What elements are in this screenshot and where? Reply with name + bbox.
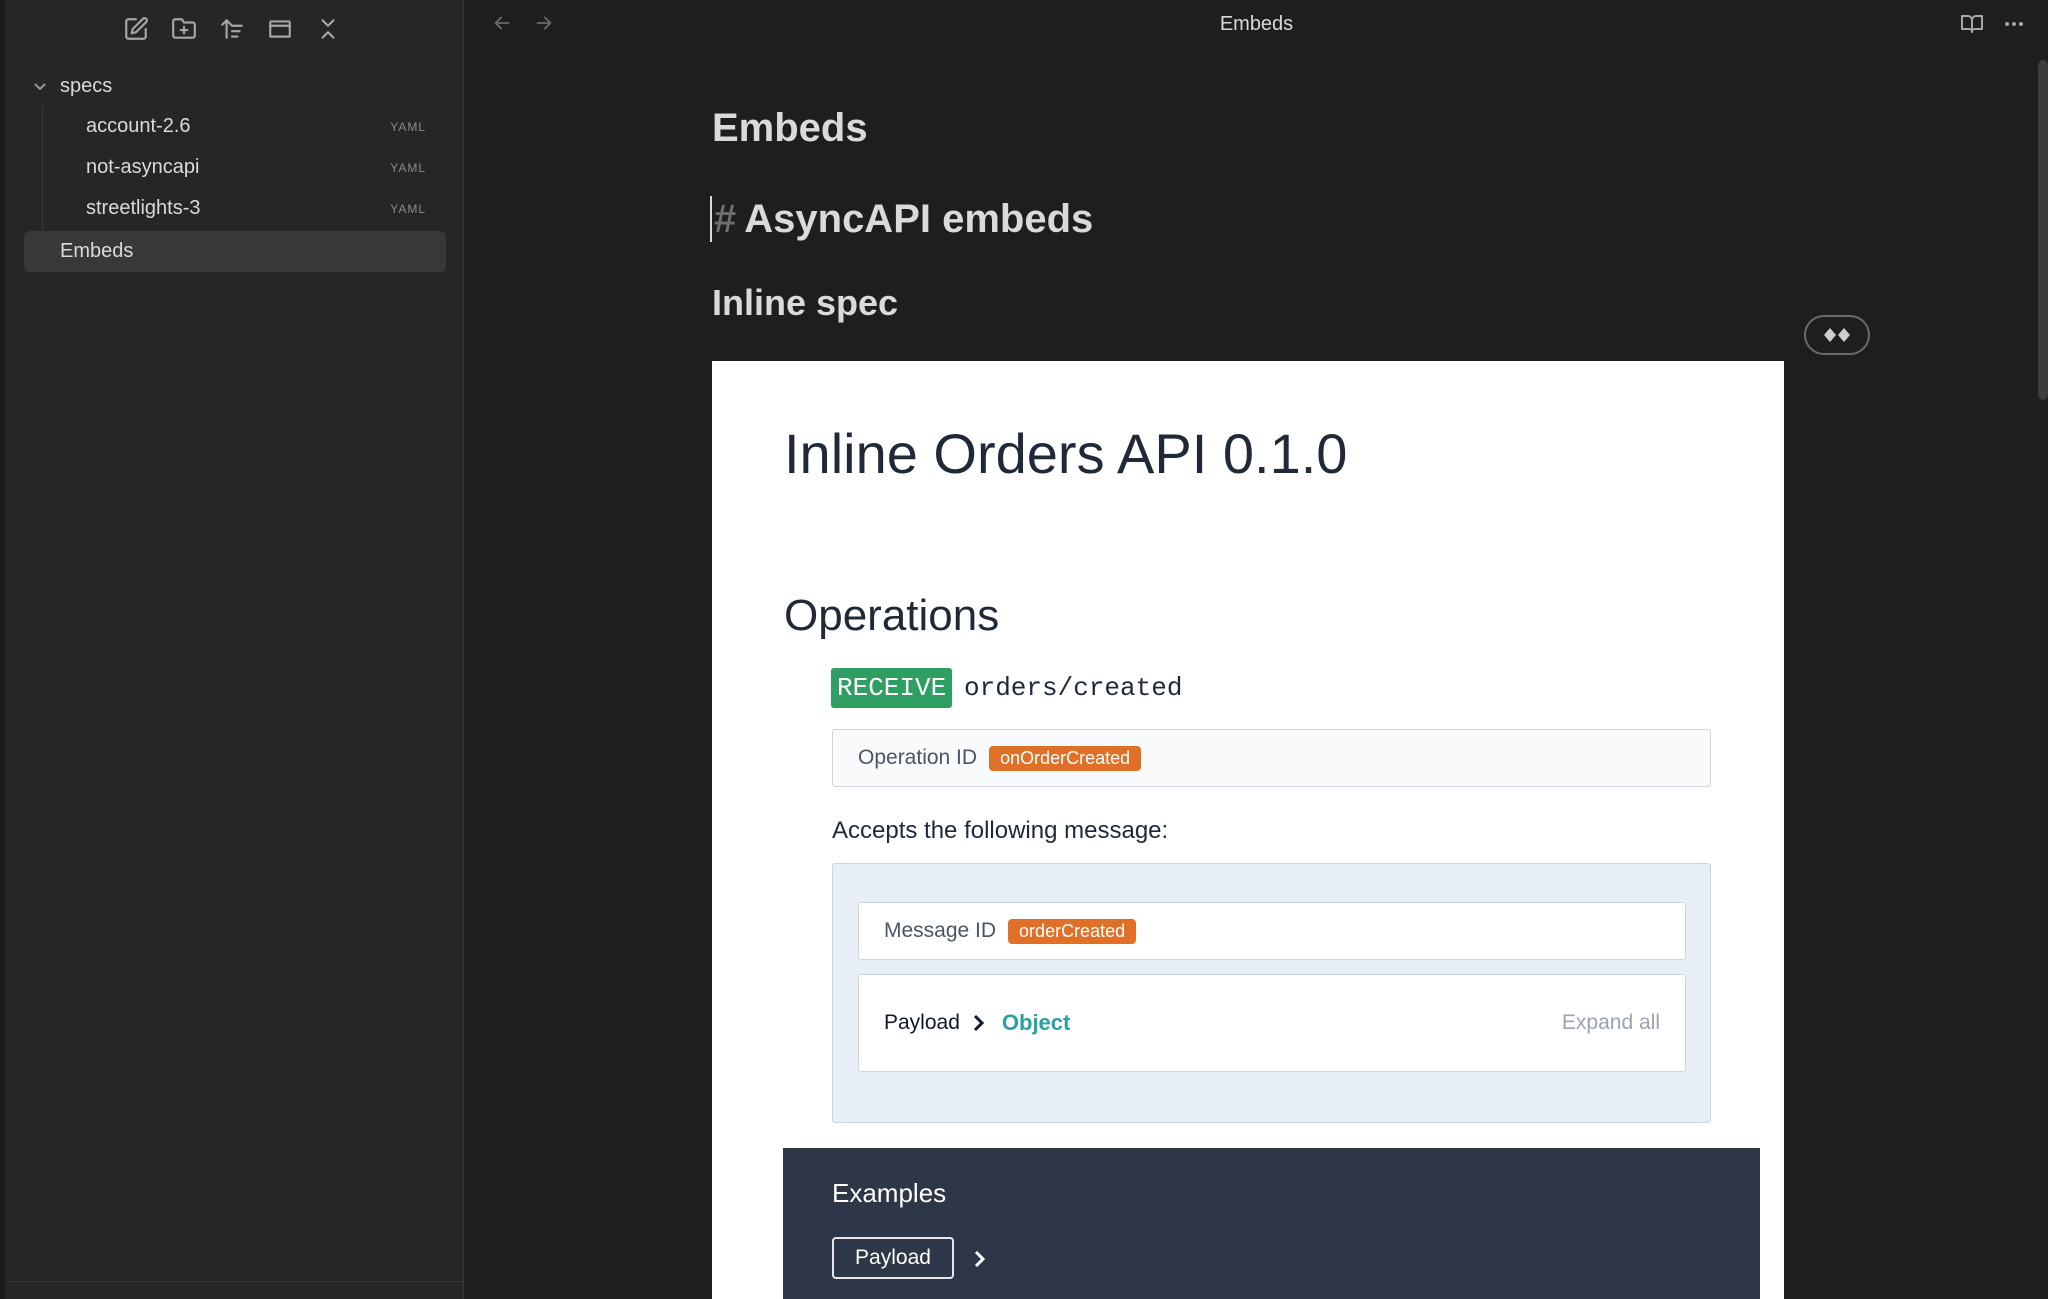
- chevron-right-icon: [974, 1250, 986, 1268]
- message-id-label: Message ID: [884, 919, 997, 942]
- text-cursor: [710, 196, 712, 242]
- expand-all-button[interactable]: Expand all: [1562, 1011, 1660, 1035]
- message-panel: Message ID orderCreated Payload Object E…: [832, 863, 1711, 1123]
- examples-title: Examples: [832, 1178, 947, 1208]
- reading-view-button[interactable]: [1960, 12, 1988, 40]
- operation-id-badge: onOrderCreated: [989, 745, 1142, 771]
- operations-heading: Operations: [784, 591, 1000, 640]
- message-id-row: Message ID orderCreated: [858, 902, 1686, 960]
- heading-markup: #: [714, 196, 737, 241]
- new-folder-icon: [172, 18, 196, 39]
- sidebar-edge: [0, 0, 5, 1299]
- folder-specs[interactable]: specs: [24, 66, 446, 106]
- diamond-pair-icon: [1824, 328, 1850, 342]
- folder-children: account-2.6 YAML not-asyncapi YAML stree…: [24, 106, 446, 230]
- collapse-all-icon: [321, 19, 335, 39]
- toggle-panel-button[interactable]: [266, 15, 294, 43]
- examples-panel: Examples Payload: [783, 1148, 1760, 1299]
- chevron-down-icon: [32, 78, 48, 94]
- payload-expand-toggle[interactable]: [972, 1014, 986, 1032]
- more-horizontal-icon: [2005, 22, 2023, 26]
- file-label: streetlights-3: [86, 197, 201, 219]
- file-item-embeds[interactable]: Embeds: [24, 231, 446, 272]
- payload-row: Payload Object Expand all: [858, 974, 1686, 1072]
- file-item-streetlights[interactable]: streetlights-3 YAML: [24, 188, 446, 229]
- file-label: account-2.6: [86, 115, 191, 137]
- scrollbar-thumb[interactable]: [2038, 60, 2048, 400]
- new-note-icon: [125, 17, 148, 40]
- note-title[interactable]: Embeds: [712, 106, 868, 151]
- payload-example-button[interactable]: Payload: [832, 1237, 954, 1279]
- editor-pane: Embeds Embeds # AsyncAPI embeds Inline s…: [465, 0, 2048, 1299]
- folder-label: specs: [60, 74, 113, 97]
- message-id-badge: orderCreated: [1008, 918, 1137, 944]
- file-label: not-asyncapi: [86, 156, 200, 178]
- accepts-message-text: Accepts the following message:: [832, 817, 1169, 844]
- payload-type: Object: [1001, 1010, 1071, 1035]
- edit-block-toggle[interactable]: [1804, 315, 1870, 355]
- more-options-button[interactable]: [2002, 12, 2030, 40]
- sidebar-toolbar: [0, 0, 464, 58]
- chevron-right-icon: [973, 1014, 985, 1032]
- indent-guide: [42, 106, 43, 230]
- file-ext-badge: YAML: [390, 119, 426, 134]
- file-ext-badge: YAML: [390, 160, 426, 175]
- example-expand-toggle[interactable]: [973, 1250, 987, 1268]
- operation-id-row: Operation ID onOrderCreated: [832, 729, 1711, 787]
- heading-asyncapi-embeds[interactable]: # AsyncAPI embeds: [710, 196, 1093, 242]
- panel-icon: [269, 20, 291, 38]
- new-folder-button[interactable]: [170, 15, 198, 43]
- collapse-all-button[interactable]: [314, 15, 342, 43]
- asyncapi-embed: Inline Orders API 0.1.0 Operations RECEI…: [712, 361, 1784, 1299]
- channel-name: orders/created: [964, 673, 1183, 703]
- file-explorer-sidebar: specs account-2.6 YAML not-asyncapi YAML…: [0, 0, 464, 1299]
- sidebar-footer: [5, 1281, 464, 1299]
- operation-action-badge: RECEIVE: [831, 668, 953, 708]
- api-title: Inline Orders API 0.1.0: [784, 422, 1348, 485]
- file-ext-badge: YAML: [390, 201, 426, 216]
- view-title[interactable]: Embeds: [465, 13, 2048, 36]
- book-open-icon: [1961, 15, 1983, 33]
- new-note-button[interactable]: [122, 15, 150, 43]
- operation-id-label: Operation ID: [858, 746, 978, 769]
- heading-inline-spec[interactable]: Inline spec: [712, 282, 898, 324]
- sort-icon: [221, 19, 243, 39]
- heading-text: AsyncAPI embeds: [744, 196, 1094, 241]
- file-tree: specs account-2.6 YAML not-asyncapi YAML…: [24, 66, 446, 272]
- file-item-not-asyncapi[interactable]: not-asyncapi YAML: [24, 147, 446, 188]
- payload-label: Payload: [884, 1011, 960, 1034]
- view-header: Embeds: [465, 0, 2048, 50]
- file-label: Embeds: [60, 240, 134, 262]
- sort-button[interactable]: [218, 15, 246, 43]
- file-item-account[interactable]: account-2.6 YAML: [24, 106, 446, 147]
